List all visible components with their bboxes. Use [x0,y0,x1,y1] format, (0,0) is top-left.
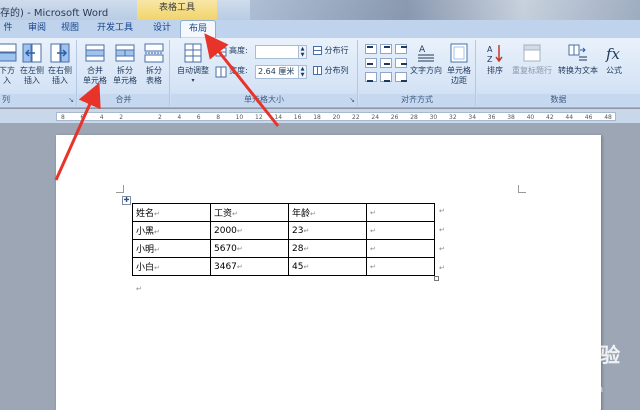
annotation-arrows [54,33,280,181]
arrow-to-merge-cells [54,82,101,181]
arrow-to-layout-tab [204,33,280,127]
